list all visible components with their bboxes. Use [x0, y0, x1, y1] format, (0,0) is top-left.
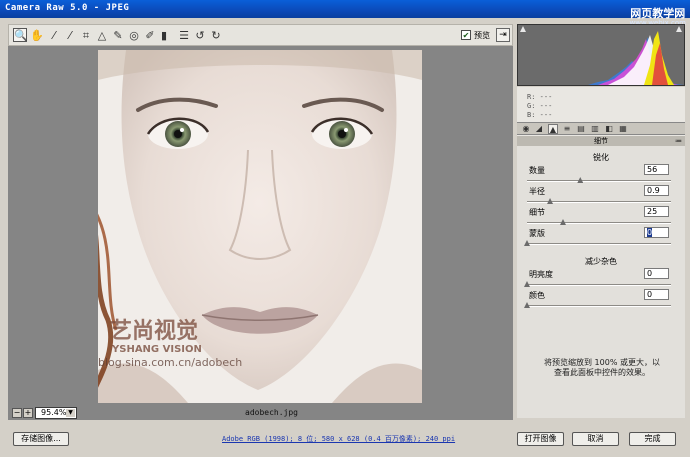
red-eye-icon[interactable]: ◎: [127, 28, 141, 42]
right-panel: R: --- G: --- B: --- ◉ ◢ ▲ ≡ ▤ ▥ ◧ ▦ 细节 …: [517, 24, 685, 418]
gradient-filter-icon[interactable]: ▮: [157, 28, 171, 42]
masking-label: 蒙版: [529, 229, 545, 238]
detail-slider-thumb[interactable]: [560, 219, 566, 225]
luminance-slider-thumb[interactable]: [524, 281, 530, 287]
color-input[interactable]: 0: [644, 289, 669, 300]
preview-checkbox[interactable]: ✔: [461, 30, 471, 40]
window-title: Camera Raw 5.0 - JPEG: [5, 3, 130, 13]
zoom-icon[interactable]: 🔍: [13, 28, 28, 42]
zoom-out-button[interactable]: −: [12, 408, 22, 418]
panel-menu-icon[interactable]: ≔: [675, 136, 682, 146]
chevron-down-icon: ▼: [66, 409, 75, 417]
toolbar: 🔍 ✋ ⁄ ⁄ ⌗ △ ✎ ◎ ✐ ▮ ☰ ↺ ↻ ✔ 预览 ⇥: [8, 24, 513, 46]
radius-label: 半径: [529, 187, 545, 196]
status-bar: − + 95.4% ▼ adobech.jpg: [8, 406, 513, 420]
brand-blog-url: blog.sina.com.cn/adobech: [98, 356, 242, 369]
fullscreen-icon[interactable]: ⇥: [496, 28, 510, 42]
detail-input[interactable]: 25: [644, 206, 669, 217]
straighten-icon[interactable]: △: [95, 28, 109, 42]
preview-label: 预览: [474, 31, 490, 40]
camera-raw-window: Camera Raw 5.0 - JPEG 网页教学网 www.webjx.co…: [0, 0, 690, 457]
preferences-icon[interactable]: ☰: [177, 28, 191, 42]
masking-slider[interactable]: [524, 240, 671, 246]
hand-icon[interactable]: ✋: [29, 28, 44, 42]
crop-icon[interactable]: ⌗: [79, 28, 93, 42]
color-sampler-icon[interactable]: ⁄: [63, 28, 77, 42]
detail-slider[interactable]: [527, 219, 671, 225]
luminance-input[interactable]: 0: [644, 268, 669, 279]
zoom-hint-line2: 查看此面板中控件的效果。: [554, 368, 650, 377]
detail-label: 细节: [529, 208, 545, 217]
tab-basic-icon[interactable]: ◉: [521, 124, 531, 134]
panel-title: 细节: [594, 137, 608, 145]
title-bar: Camera Raw 5.0 - JPEG 网页教学网 www.webjx.co…: [0, 0, 690, 27]
luminance-slider[interactable]: [524, 281, 671, 287]
brand-name-cn: 艺尚视觉: [110, 318, 198, 344]
histogram-graph: [518, 31, 684, 85]
readout-g: G: ---: [527, 102, 553, 110]
open-image-button[interactable]: 打开图像: [517, 432, 564, 446]
masking-slider-thumb[interactable]: [524, 240, 530, 246]
sharpen-heading: 锐化: [593, 153, 609, 162]
panel-tabs: ◉ ◢ ▲ ≡ ▤ ▥ ◧ ▦: [517, 122, 685, 135]
zoom-value: 95.4%: [41, 408, 67, 417]
amount-label: 数量: [529, 166, 545, 175]
zoom-hint-line1: 将预览缩放到 100% 或更大，以: [544, 358, 660, 367]
tab-detail-icon[interactable]: ▲: [548, 124, 558, 134]
preview-area[interactable]: 艺尚视觉 YSHANG VISION blog.sina.com.cn/adob…: [8, 46, 513, 406]
spot-removal-icon[interactable]: ✎: [111, 28, 125, 42]
tab-hsl-icon[interactable]: ≡: [562, 124, 572, 134]
color-slider-thumb[interactable]: [524, 302, 530, 308]
cancel-button[interactable]: 取消: [572, 432, 619, 446]
rotate-ccw-icon[interactable]: ↺: [193, 28, 207, 42]
histogram: [517, 24, 685, 86]
radius-input[interactable]: 0.9: [644, 185, 669, 196]
radius-slider-thumb[interactable]: [547, 198, 554, 204]
brand-name-en: YSHANG VISION: [111, 344, 202, 355]
zoom-in-button[interactable]: +: [23, 408, 33, 418]
masking-input[interactable]: 0: [644, 227, 669, 238]
amount-slider[interactable]: [527, 177, 671, 183]
masking-value: 0: [647, 228, 653, 237]
filename-label: adobech.jpg: [245, 408, 298, 417]
adjustment-brush-icon[interactable]: ✐: [143, 28, 157, 42]
color-label: 颜色: [529, 291, 545, 300]
bottom-bar: 存储图像... Adobe RGB (1998); 8 位; 580 x 628…: [0, 424, 690, 457]
zoom-select[interactable]: 95.4% ▼: [35, 407, 77, 419]
save-image-button[interactable]: 存储图像...: [13, 432, 69, 446]
noise-reduction-heading: 减少杂色: [585, 257, 617, 266]
rotate-cw-icon[interactable]: ↻: [209, 28, 223, 42]
luminance-label: 明亮度: [529, 270, 553, 279]
tab-lens-icon[interactable]: ▥: [590, 124, 600, 134]
detail-panel: 锐化 数量 56 半径 0.9 细节 25 蒙版 0 减少杂色 明亮度 0 颜色…: [517, 146, 685, 418]
portrait-photo: 艺尚视觉 YSHANG VISION blog.sina.com.cn/adob…: [98, 50, 422, 403]
panel-header: 细节 ≔: [517, 136, 685, 146]
amount-slider-thumb[interactable]: [577, 177, 584, 183]
radius-slider[interactable]: [527, 198, 671, 204]
readout-b: B: ---: [527, 111, 553, 119]
tab-tone-curve-icon[interactable]: ◢: [534, 124, 544, 134]
tab-camera-calibration-icon[interactable]: ◧: [604, 124, 614, 134]
preview-image: 艺尚视觉 YSHANG VISION blog.sina.com.cn/adob…: [98, 50, 422, 403]
readout-r: R: ---: [527, 93, 553, 101]
white-balance-icon[interactable]: ⁄: [47, 28, 61, 42]
tab-split-toning-icon[interactable]: ▤: [576, 124, 586, 134]
workflow-options-link[interactable]: Adobe RGB (1998); 8 位; 580 x 628 (0.4 百万…: [222, 434, 455, 444]
amount-input[interactable]: 56: [644, 164, 669, 175]
color-slider[interactable]: [524, 302, 671, 308]
tab-presets-icon[interactable]: ▦: [618, 124, 628, 134]
done-button[interactable]: 完成: [629, 432, 676, 446]
